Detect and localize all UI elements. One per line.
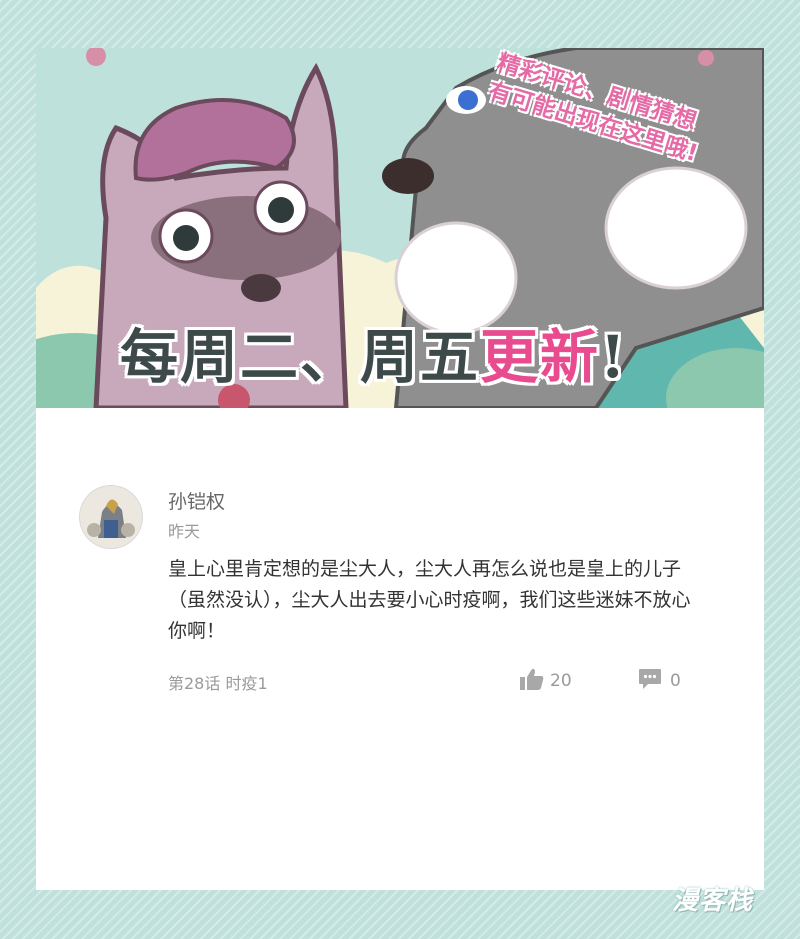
comment-item: 孙铠权 昨天 皇上心里肯定想的是尘大人，尘大人再怎么说也是皇上的儿子（虽然没认）… xyxy=(36,408,764,890)
update-schedule-title: 每周二、周五更新! xyxy=(120,310,740,394)
comment-card: 精彩评论、剧情猜想 有可能出现在这里哦! 每周二、周五更新! 孙铠权 昨天 皇上… xyxy=(36,48,764,890)
announcement-banner: 精彩评论、剧情猜想 有可能出现在这里哦! 每周二、周五更新! xyxy=(36,48,764,408)
chapter-link[interactable]: 第28话 时疫1 xyxy=(168,670,268,694)
like-count: 20 xyxy=(550,671,572,691)
like-button[interactable]: 20 xyxy=(520,668,572,694)
update-days: 每周二、周五 xyxy=(120,323,481,391)
thumbs-up-icon xyxy=(520,668,544,694)
update-highlight: 更新 xyxy=(480,323,601,391)
comment-bubble-icon xyxy=(638,668,662,694)
comment-time: 昨天 xyxy=(168,522,201,541)
avatar[interactable] xyxy=(80,486,142,548)
reply-count: 0 xyxy=(670,671,681,691)
comment-username[interactable]: 孙铠权 xyxy=(168,487,225,514)
update-exclaim: ! xyxy=(600,323,628,391)
avatar-image xyxy=(80,486,142,548)
site-watermark-logo: 漫客栈 xyxy=(672,886,754,916)
reply-button[interactable]: 0 xyxy=(638,668,681,694)
comment-text: 皇上心里肯定想的是尘大人，尘大人再怎么说也是皇上的儿子（虽然没认），尘大人出去要… xyxy=(168,558,691,642)
